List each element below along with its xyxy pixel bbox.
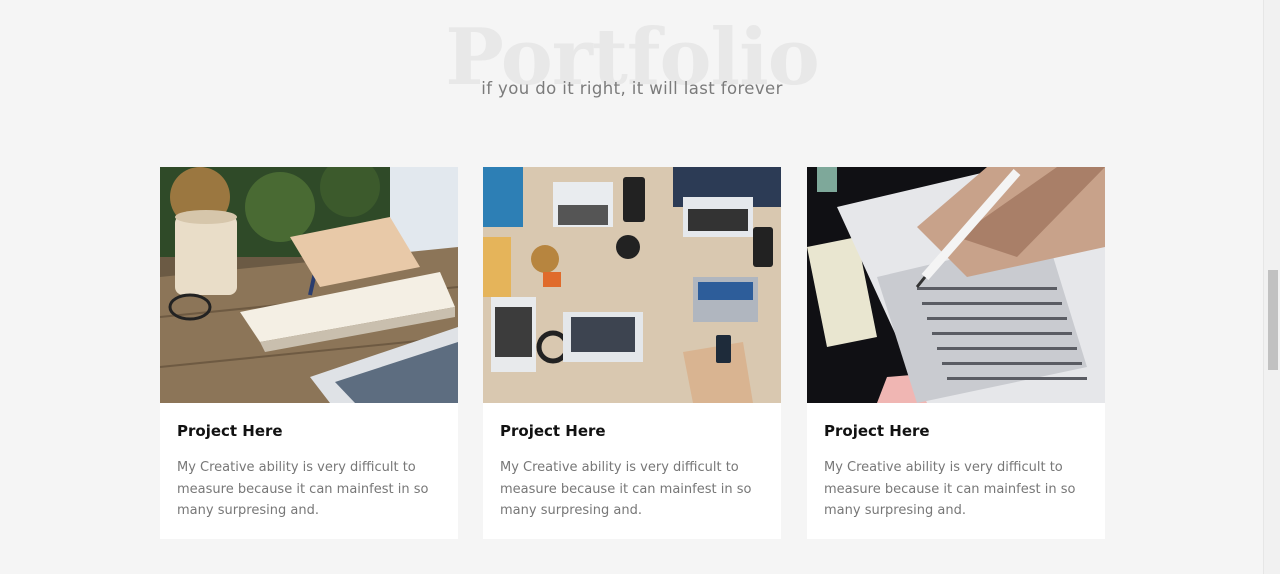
project-description: My Creative ability is very difficult to… — [500, 460, 752, 518]
portfolio-header: Portfolio if you do it right, it will la… — [0, 0, 1264, 140]
project-title[interactable]: Project Here — [500, 422, 606, 440]
portfolio-grid: Project Here My Creative ability is very… — [160, 167, 1105, 539]
project-card[interactable]: Project Here My Creative ability is very… — [807, 167, 1105, 539]
project-title[interactable]: Project Here — [824, 422, 930, 440]
portfolio-subtitle: if you do it right, it will last forever — [481, 79, 783, 98]
project-image-notebook[interactable] — [160, 167, 458, 403]
vertical-scrollbar[interactable] — [1263, 0, 1280, 574]
project-description: My Creative ability is very difficult to… — [177, 460, 429, 518]
project-card[interactable]: Project Here My Creative ability is very… — [160, 167, 458, 539]
project-card[interactable]: Project Here My Creative ability is very… — [483, 167, 781, 539]
project-title[interactable]: Project Here — [177, 422, 283, 440]
project-description: My Creative ability is very difficult to… — [824, 460, 1076, 518]
project-image-team-desk[interactable] — [483, 167, 781, 403]
scrollbar-thumb[interactable] — [1268, 270, 1278, 370]
project-image-answer-sheet[interactable] — [807, 167, 1105, 403]
